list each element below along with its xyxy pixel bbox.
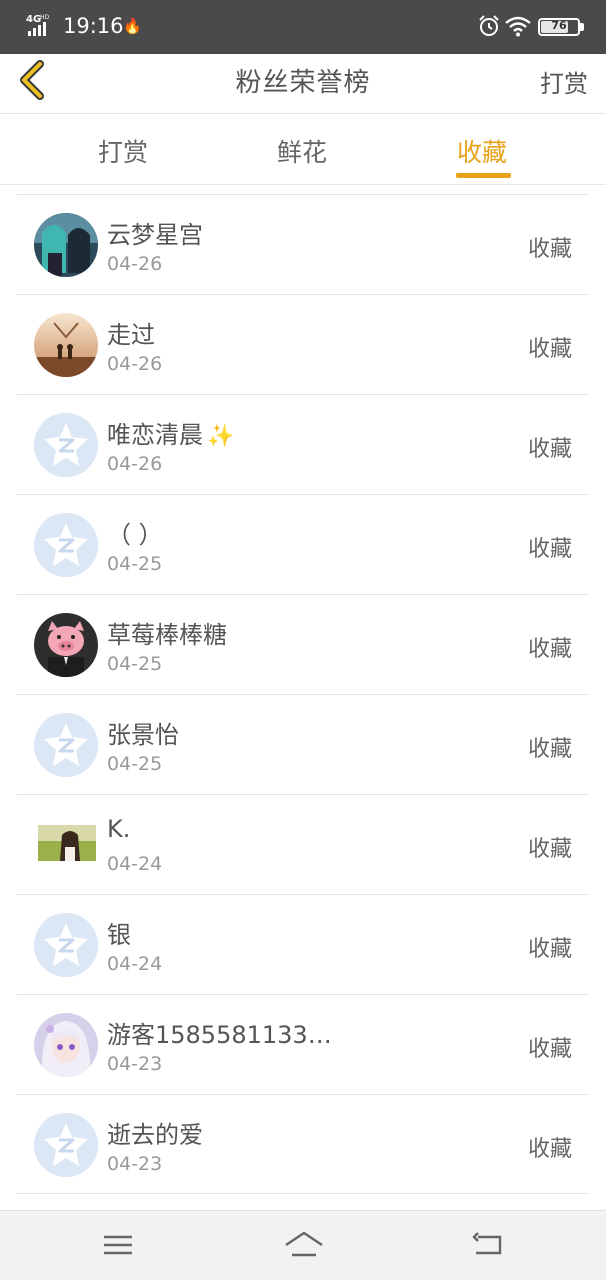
user-name-text: 走过 — [107, 321, 155, 349]
wifi-icon — [505, 16, 531, 37]
user-name: 云梦星宫 — [107, 215, 203, 250]
favorite-tag: 收藏 — [527, 1037, 572, 1062]
user-name: （ ） — [107, 515, 163, 550]
clock: 19:16 — [63, 14, 124, 38]
svg-text:4G: 4G — [26, 14, 41, 25]
user-name-text: K. — [107, 815, 131, 843]
favorite-tag: 收藏 — [527, 737, 572, 762]
user-name: 唯恋清晨 ✨ — [107, 415, 234, 450]
tab-flowers[interactable]: 鲜花 — [277, 133, 327, 169]
tab-bar: 打赏 鲜花 收藏 — [0, 115, 606, 185]
item-date: 04-23 — [107, 1153, 163, 1175]
avatar[interactable] — [34, 213, 98, 277]
user-name: 银 — [107, 915, 131, 950]
list-item[interactable]: 张景怡 04-25 收藏 — [17, 694, 589, 794]
item-date: 04-26 — [107, 253, 163, 275]
tab-reward[interactable]: 打赏 — [98, 133, 148, 169]
list-item[interactable]: 走过 04-26 收藏 — [17, 294, 589, 394]
user-name: 走过 — [107, 315, 155, 350]
sparkle-icon: ✨ — [207, 424, 235, 449]
page-title: 粉丝荣誉榜 — [235, 68, 371, 98]
user-name: K. — [107, 815, 130, 843]
item-date: 04-26 — [107, 453, 163, 475]
battery-icon: 76 — [538, 18, 580, 36]
list-item[interactable]: （ ） 04-25 收藏 — [17, 494, 589, 594]
tab-favorites[interactable]: 收藏 — [457, 133, 507, 169]
item-date: 04-24 — [107, 853, 163, 875]
favorite-tag: 收藏 — [527, 337, 572, 362]
user-name: 张景怡 — [107, 715, 179, 750]
default-avatar-icon[interactable] — [34, 413, 98, 477]
favorite-tag: 收藏 — [527, 437, 572, 462]
signal-icon: 4G HD — [26, 14, 50, 36]
list-item[interactable]: 银 04-24 收藏 — [17, 894, 589, 994]
system-nav-bar — [0, 1210, 606, 1280]
list-item[interactable]: 草莓棒棒糖 04-25 收藏 — [17, 594, 589, 694]
item-date: 04-25 — [107, 753, 163, 775]
user-name-text: （ ） — [107, 521, 163, 549]
item-date: 04-26 — [107, 353, 163, 375]
user-name-text: 唯恋清晨 — [107, 421, 203, 449]
item-date: 04-24 — [107, 953, 163, 975]
user-name-text: 银 — [107, 921, 131, 949]
list-item[interactable]: 游客1585581133… 04-23 收藏 — [17, 994, 589, 1094]
list-item[interactable]: 云梦星宫 04-26 收藏 — [17, 194, 589, 294]
home-icon[interactable] — [284, 1229, 324, 1261]
favorite-tag: 收藏 — [527, 537, 572, 562]
user-name-text: 逝去的爱 — [107, 1121, 203, 1149]
user-name-text: 游客1585581133… — [107, 1021, 332, 1049]
default-avatar-icon[interactable] — [34, 713, 98, 777]
item-date: 04-25 — [107, 553, 163, 575]
status-bar: 4G HD 19:16 🔥 76 — [0, 0, 606, 54]
reward-button[interactable]: 打赏 — [540, 64, 588, 99]
avatar[interactable] — [34, 313, 98, 377]
user-name-text: 张景怡 — [107, 721, 179, 749]
item-date: 04-25 — [107, 653, 163, 675]
battery-level: 76 — [551, 19, 567, 32]
favorite-tag: 收藏 — [527, 937, 572, 962]
item-date: 04-23 — [107, 1053, 163, 1075]
avatar[interactable] — [34, 613, 98, 677]
flame-icon: 🔥 — [123, 17, 142, 35]
user-name: 草莓棒棒糖 — [107, 615, 227, 650]
avatar[interactable] — [34, 1013, 98, 1077]
favorite-tag: 收藏 — [527, 837, 572, 862]
user-name-text: 草莓棒棒糖 — [107, 621, 227, 649]
fan-list: 云梦星宫 04-26 收藏 走过 04-26 收藏 唯恋清晨 ✨ 04-26 收藏（ ） 04-25… — [0, 194, 606, 1194]
user-name: 游客1585581133… — [107, 1015, 332, 1050]
svg-text:HD: HD — [40, 14, 50, 21]
alarm-icon — [479, 15, 499, 36]
user-name-text: 云梦星宫 — [107, 221, 203, 249]
avatar[interactable] — [38, 825, 96, 861]
spacer — [0, 186, 606, 194]
default-avatar-icon[interactable] — [34, 1113, 98, 1177]
default-avatar-icon[interactable] — [34, 913, 98, 977]
default-avatar-icon[interactable] — [34, 513, 98, 577]
battery-tip — [580, 23, 584, 31]
tab-indicator — [456, 173, 511, 178]
list-item[interactable]: K. 04-24 收藏 — [17, 794, 589, 894]
list-item[interactable]: 唯恋清晨 ✨ 04-26 收藏 — [17, 394, 589, 494]
header: 粉丝荣誉榜 打赏 — [0, 54, 606, 114]
back-icon[interactable] — [470, 1229, 506, 1261]
favorite-tag: 收藏 — [527, 637, 572, 662]
favorite-tag: 收藏 — [527, 1137, 572, 1162]
menu-icon[interactable] — [100, 1229, 136, 1261]
list-item[interactable]: 逝去的爱 04-23 收藏 — [17, 1094, 589, 1194]
user-name: 逝去的爱 — [107, 1115, 203, 1150]
favorite-tag: 收藏 — [527, 237, 572, 262]
